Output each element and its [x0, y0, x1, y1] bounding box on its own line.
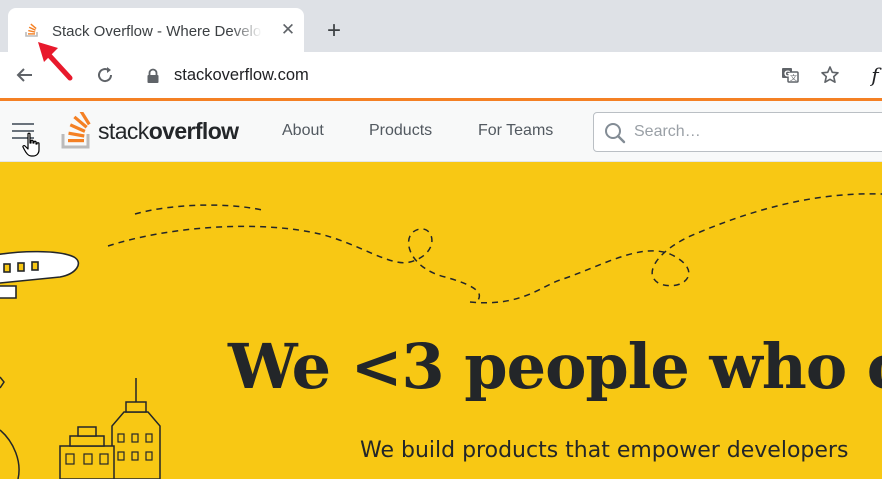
reload-icon[interactable]	[92, 62, 118, 88]
stackoverflow-favicon-icon	[25, 23, 38, 37]
hero-section: We <3 people who co We build products th…	[0, 162, 882, 479]
tab-title: Stack Overflow - Where Developers Learn,…	[52, 23, 262, 40]
nav-about[interactable]: About	[282, 122, 324, 140]
annotation-arrow-icon	[38, 42, 73, 81]
hero-heading: We <3 people who co	[228, 330, 882, 403]
address-bar-url[interactable]: stackoverflow.com	[174, 66, 309, 85]
close-icon[interactable]: ✕	[278, 20, 298, 40]
browser-toolbar: stackoverflow.com G 文 f	[0, 52, 882, 98]
extension-icon[interactable]: f	[862, 62, 882, 88]
hand-pointer-icon	[22, 132, 40, 157]
nav-for-teams[interactable]: For Teams	[478, 122, 553, 140]
search-box[interactable]	[593, 112, 882, 152]
translate-icon[interactable]: G 文	[777, 62, 803, 88]
hero-subheading: We build products that empower developer…	[360, 438, 849, 463]
stackoverflow-logo[interactable]: stackoverflow	[60, 111, 239, 151]
plus-icon[interactable]: +	[322, 19, 346, 43]
stackoverflow-logo-icon	[61, 112, 91, 149]
city-skyline-illustration	[0, 376, 161, 479]
site-header: stackoverflow About Products For Teams	[0, 101, 882, 162]
airplane-illustration	[0, 250, 80, 299]
lock-icon	[147, 68, 159, 83]
search-icon	[605, 123, 626, 144]
logo-wordmark: stackoverflow	[98, 117, 239, 144]
tab-strip: Stack Overflow - Where Developers Learn,…	[0, 0, 882, 52]
star-icon[interactable]	[817, 62, 843, 88]
search-input[interactable]	[634, 113, 882, 151]
back-arrow-icon[interactable]	[12, 62, 38, 88]
svg-text:文: 文	[790, 73, 797, 82]
hero-illustration	[0, 193, 882, 479]
nav-products[interactable]: Products	[369, 122, 432, 140]
dashed-flight-path	[107, 193, 882, 304]
